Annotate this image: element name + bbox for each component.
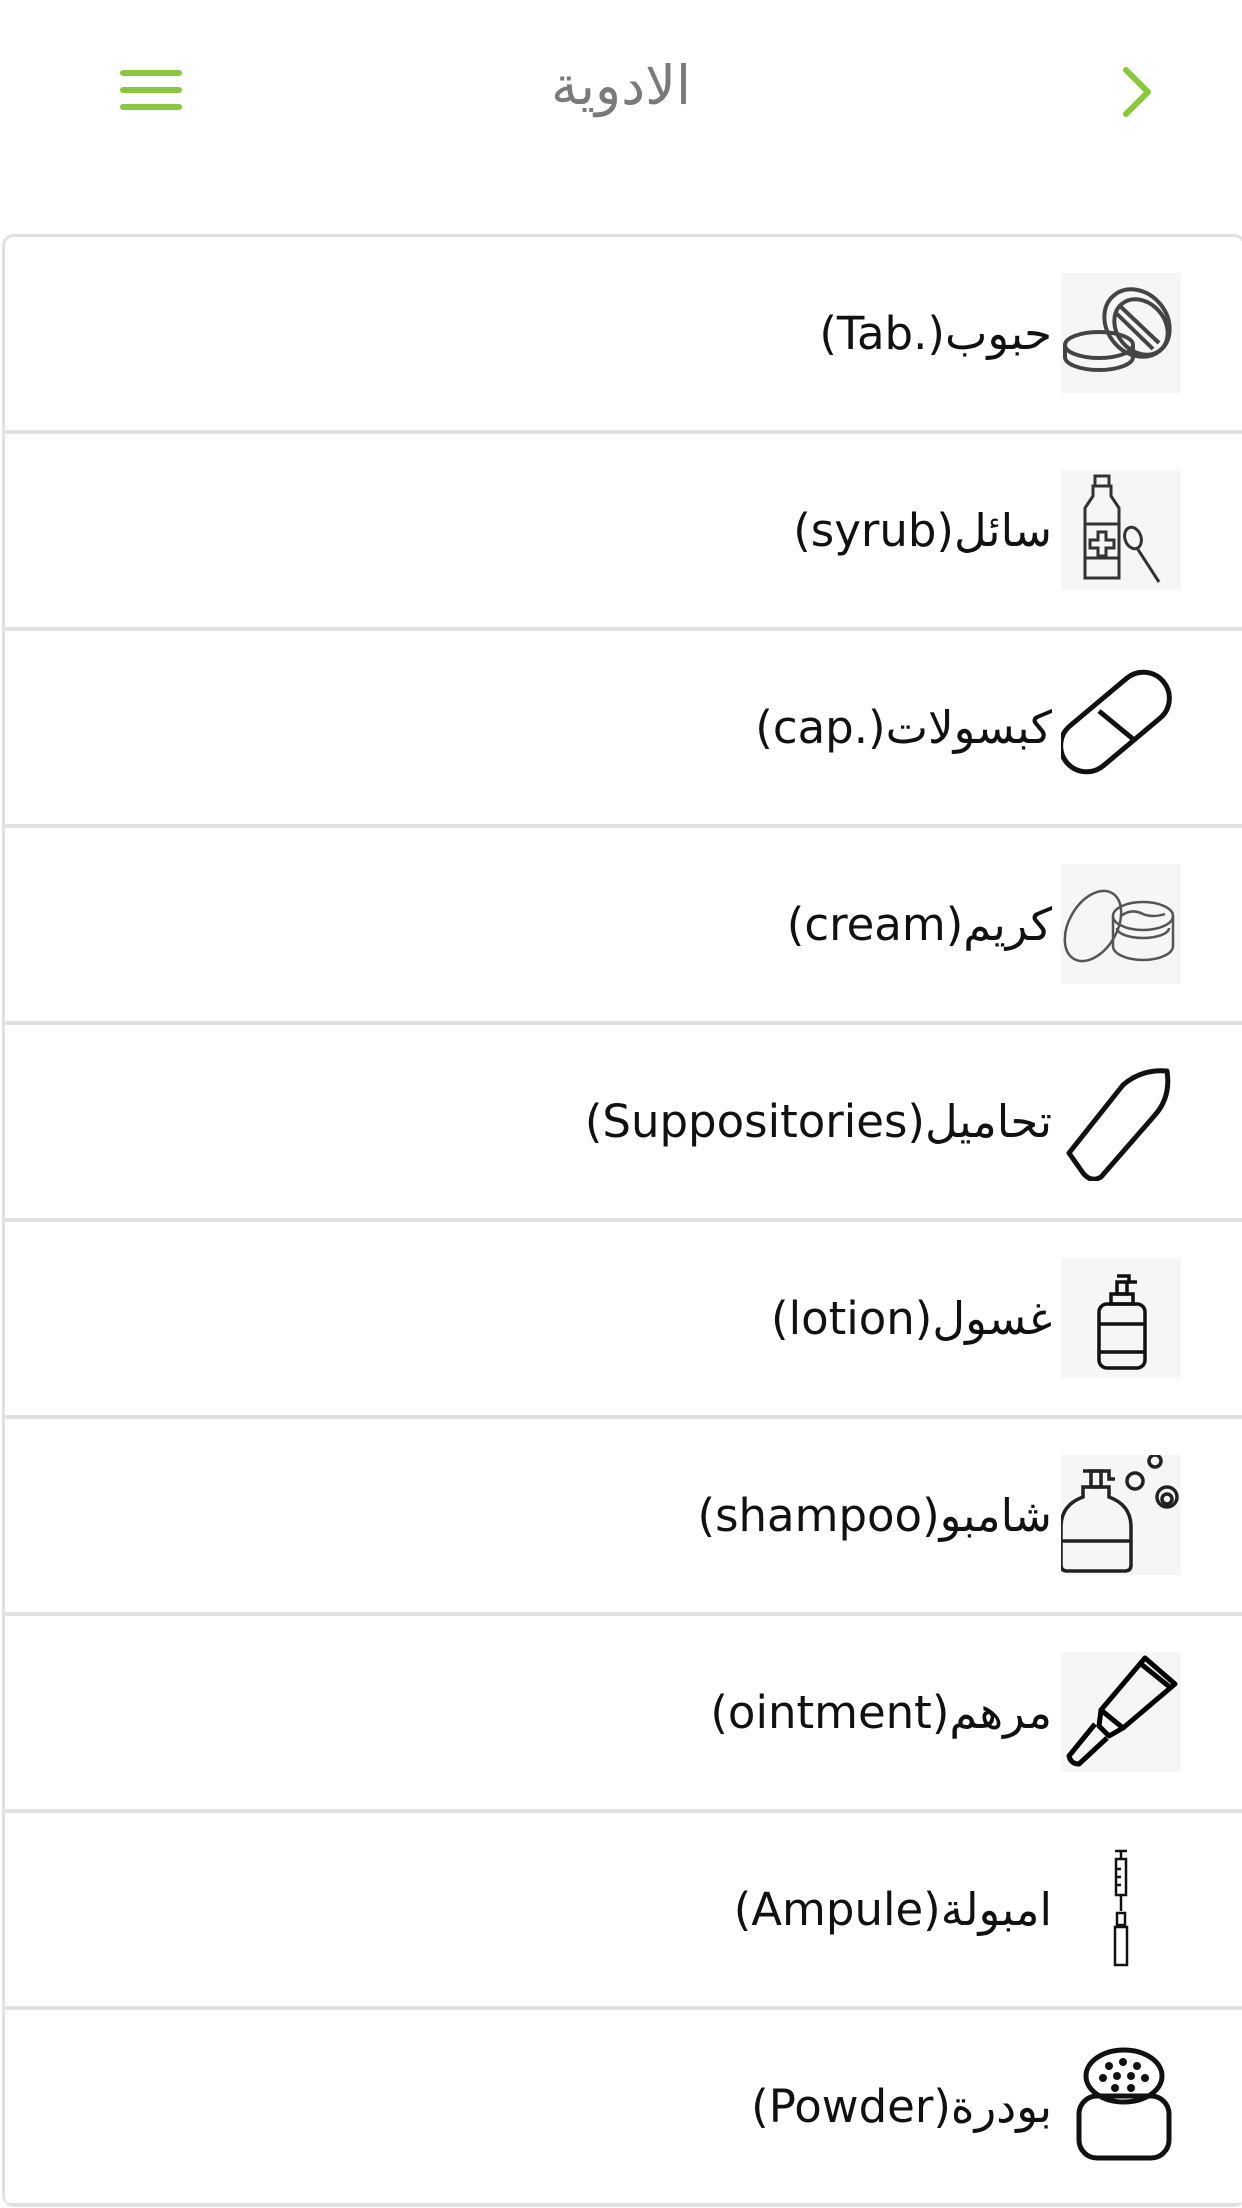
medicine-list: (Tab.)حبوب (syrub)سائل (cap.)كبسولات (cr… bbox=[2, 234, 1242, 2207]
list-item-tablets[interactable]: (Tab.)حبوب bbox=[5, 237, 1242, 434]
list-item-shampoo[interactable]: (shampoo)شامبو bbox=[5, 1419, 1242, 1616]
item-arabic-label: مرهم bbox=[949, 1686, 1052, 1739]
tablet-icon bbox=[1061, 273, 1181, 393]
item-label: (Powder)بودرة bbox=[751, 2010, 1052, 2203]
list-item-syrup[interactable]: (syrub)سائل bbox=[5, 434, 1242, 631]
back-button[interactable] bbox=[1108, 60, 1168, 124]
item-english-label: (Suppositories) bbox=[584, 1095, 925, 1148]
page-title: الادوية bbox=[551, 54, 691, 117]
list-item-powder[interactable]: (Powder)بودرة bbox=[5, 2010, 1242, 2207]
item-arabic-label: سائل bbox=[953, 504, 1052, 557]
item-english-label: (cap.) bbox=[755, 701, 886, 754]
item-arabic-label: بودرة bbox=[950, 2080, 1052, 2133]
capsule-icon bbox=[1058, 667, 1181, 787]
app-header: الادوية bbox=[0, 0, 1242, 170]
item-english-label: (shampoo) bbox=[697, 1489, 940, 1542]
list-item-suppositories[interactable]: (Suppositories)تحاميل bbox=[5, 1025, 1242, 1222]
item-label: (cap.)كبسولات bbox=[755, 631, 1052, 824]
item-label: (Tab.)حبوب bbox=[819, 237, 1052, 430]
suppository-icon bbox=[1061, 1061, 1181, 1182]
item-arabic-label: كبسولات bbox=[885, 701, 1052, 754]
ointment-tube-icon bbox=[1061, 1652, 1181, 1772]
item-arabic-label: شامبو bbox=[939, 1489, 1052, 1542]
list-item-ointment[interactable]: (ointment)مرهم bbox=[5, 1616, 1242, 1813]
syrup-bottle-icon bbox=[1061, 470, 1181, 590]
item-arabic-label: امبولة bbox=[940, 1883, 1052, 1936]
item-english-label: (Tab.) bbox=[819, 307, 945, 360]
item-english-label: (syrub) bbox=[793, 504, 954, 557]
item-english-label: (cream) bbox=[786, 898, 964, 951]
chevron-right-icon bbox=[1123, 67, 1151, 117]
item-arabic-label: تحاميل bbox=[924, 1095, 1052, 1148]
list-item-ampule[interactable]: (Ampule)امبولة bbox=[5, 1813, 1242, 2010]
cream-jar-icon bbox=[1061, 864, 1181, 984]
item-label: (cream)كريم bbox=[787, 828, 1052, 1021]
item-label: (shampoo)شامبو bbox=[698, 1419, 1052, 1612]
item-arabic-label: غسول bbox=[932, 1292, 1052, 1345]
item-label: (Suppositories)تحاميل bbox=[585, 1025, 1052, 1218]
powder-container-icon bbox=[1061, 2046, 1181, 2166]
item-arabic-label: كريم bbox=[963, 898, 1052, 951]
item-label: (Ampule)امبولة bbox=[734, 1813, 1052, 2006]
ampule-syringe-icon bbox=[1061, 1849, 1181, 1969]
item-label: (lotion)غسول bbox=[771, 1222, 1052, 1415]
list-item-lotion[interactable]: (lotion)غسول bbox=[5, 1222, 1242, 1419]
list-item-cream[interactable]: (cream)كريم bbox=[5, 828, 1242, 1025]
item-label: (ointment)مرهم bbox=[710, 1616, 1052, 1809]
item-label: (syrub)سائل bbox=[793, 434, 1052, 627]
lotion-pump-icon bbox=[1061, 1258, 1181, 1378]
item-english-label: (lotion) bbox=[771, 1292, 933, 1345]
item-english-label: (Powder) bbox=[751, 2080, 951, 2133]
list-item-capsules[interactable]: (cap.)كبسولات bbox=[5, 631, 1242, 828]
item-english-label: (ointment) bbox=[710, 1686, 950, 1739]
shampoo-bottle-icon bbox=[1059, 1453, 1181, 1575]
item-english-label: (Ampule) bbox=[733, 1883, 941, 1936]
item-arabic-label: حبوب bbox=[944, 307, 1052, 360]
